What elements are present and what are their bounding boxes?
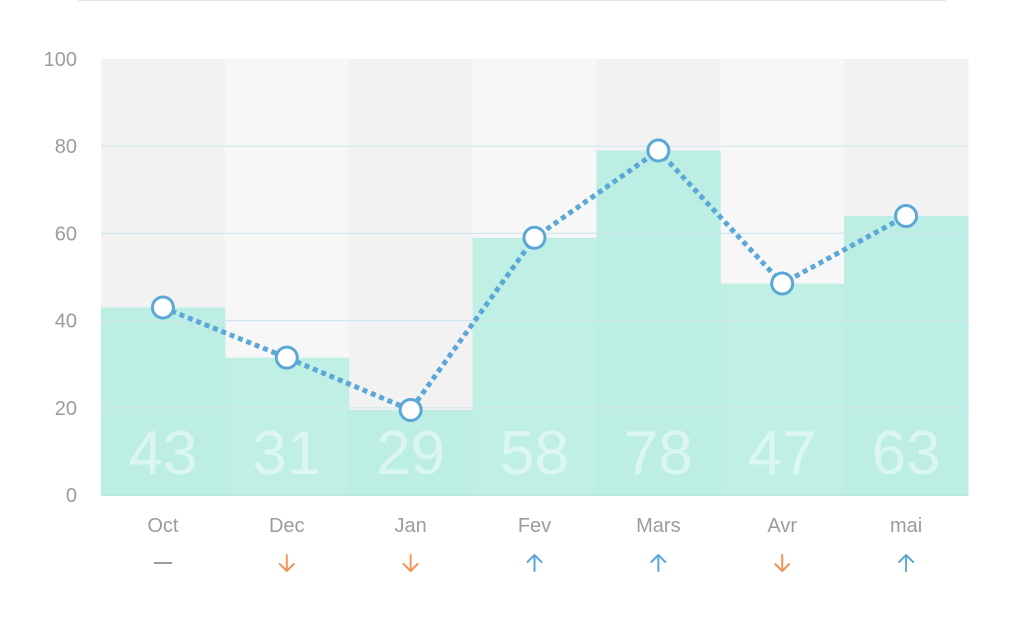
- arrow-up-shape: [526, 554, 543, 572]
- y-tick-label: 100: [44, 49, 77, 71]
- y-tick-label: 20: [55, 398, 77, 420]
- data-point-oct: [150, 295, 175, 320]
- data-point-avr: [770, 271, 795, 296]
- y-tick-label: 0: [66, 485, 77, 507]
- x-tick-label: Jan: [395, 515, 427, 537]
- arrow-up-shape: [650, 554, 667, 572]
- y-axis: 0 20 40 60 80 100: [44, 49, 77, 507]
- x-axis: Oct Dec Jan Fev Mars Avr mai: [147, 515, 922, 537]
- arrow-down-shape: [402, 554, 419, 572]
- value-label: 31: [252, 419, 321, 488]
- data-point-mars: [646, 138, 671, 163]
- x-tick-label: mai: [890, 515, 922, 537]
- x-tick-label: Fev: [518, 515, 551, 537]
- arrow-down-icon: [278, 554, 295, 572]
- value-label: 47: [748, 419, 817, 488]
- x-tick-label: Avr: [767, 515, 797, 537]
- arrow-up-icon: [526, 554, 543, 572]
- x-tick-label: Oct: [147, 515, 179, 537]
- x-tick-label: Mars: [636, 515, 680, 537]
- arrow-up-icon: [650, 554, 667, 572]
- arrow-down-shape: [774, 554, 791, 572]
- arrow-down-shape: [278, 554, 295, 572]
- y-tick-label: 60: [55, 223, 77, 245]
- value-label: 43: [128, 419, 197, 488]
- bar-line-chart: 43 31 29 58 78 47 63 0 20 40 60 80 100 Oct Dec Jan Fev…: [44, 49, 969, 572]
- arrow-up-shape: [898, 554, 915, 572]
- arrow-down-icon: [402, 554, 419, 572]
- arrow-down-icon: [774, 554, 791, 572]
- x-tick-label: Dec: [269, 515, 305, 537]
- y-tick-label: 40: [55, 311, 77, 333]
- trend-indicators: [153, 554, 915, 572]
- data-point-dec: [274, 345, 299, 370]
- value-label: 29: [376, 419, 445, 488]
- data-point-mai: [894, 203, 919, 228]
- value-label: 58: [500, 419, 569, 488]
- data-point-fev: [522, 225, 547, 250]
- value-label: 63: [872, 419, 941, 488]
- data-point-jan: [398, 397, 423, 422]
- y-tick-label: 80: [55, 136, 77, 158]
- arrow-up-icon: [898, 554, 915, 572]
- value-label: 78: [624, 419, 693, 488]
